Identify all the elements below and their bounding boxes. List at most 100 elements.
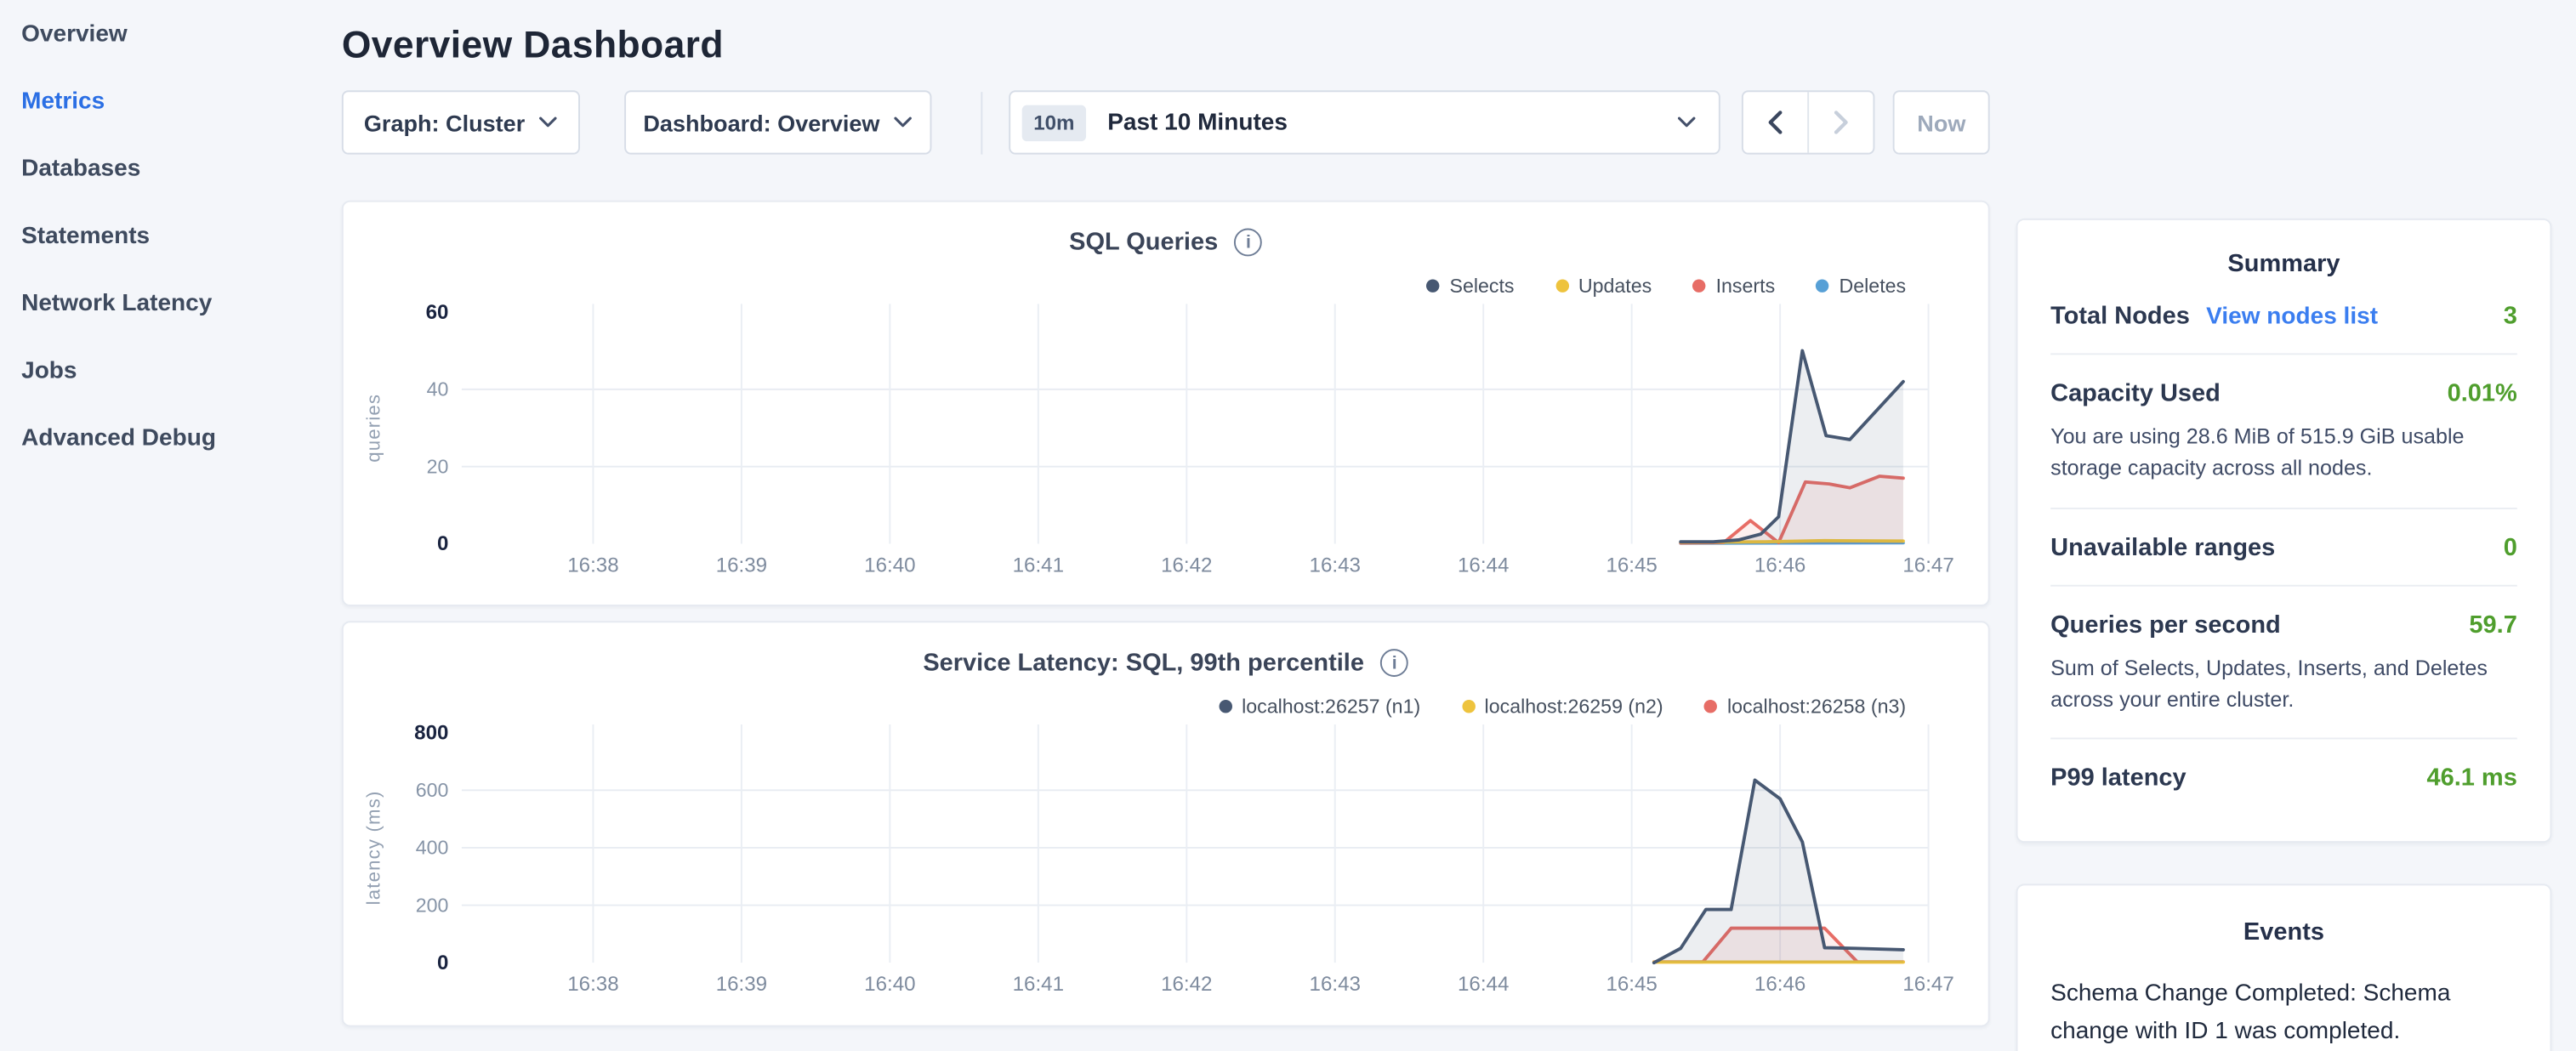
svg-text:16:39: 16:39 bbox=[716, 973, 767, 996]
legend-label: localhost:26259 (n2) bbox=[1485, 695, 1663, 718]
svg-text:16:41: 16:41 bbox=[1013, 973, 1064, 996]
dashboard-selector-label: Dashboard: Overview bbox=[643, 109, 879, 135]
time-range-dropdown[interactable]: 10m Past 10 Minutes bbox=[1009, 90, 1720, 154]
previous-timespan-button[interactable] bbox=[1743, 92, 1809, 152]
summary-value: 0.01% bbox=[2448, 379, 2517, 407]
summary-label: P99 latency bbox=[2050, 764, 2186, 793]
legend-label: Deletes bbox=[1840, 275, 1907, 298]
view-nodes-list-link[interactable]: View nodes list bbox=[2206, 304, 2378, 330]
next-timespan-button[interactable] bbox=[1810, 92, 1874, 152]
info-icon[interactable]: i bbox=[1235, 229, 1263, 257]
sidebar-item-advanced-debug[interactable]: Advanced Debug bbox=[0, 404, 322, 471]
svg-text:40: 40 bbox=[427, 378, 449, 401]
chevron-down-icon bbox=[1678, 116, 1696, 128]
time-range-label: Past 10 Minutes bbox=[1107, 109, 1678, 135]
now-button[interactable]: Now bbox=[1893, 90, 1990, 154]
event-message: Schema Change Completed: Schema change w… bbox=[2050, 976, 2517, 1050]
svg-text:16:44: 16:44 bbox=[1458, 554, 1509, 577]
legend-dot-icon bbox=[1816, 279, 1828, 292]
legend-label: Updates bbox=[1578, 275, 1652, 298]
svg-text:0: 0 bbox=[437, 952, 448, 974]
summary-row-p99-latency: P99 latency 46.1 ms bbox=[2050, 740, 2517, 815]
toolbar-divider bbox=[981, 91, 982, 153]
sidebar-item-statements[interactable]: Statements bbox=[0, 202, 322, 270]
chart-legend: Selects Updates Inserts Deletes bbox=[1426, 275, 1906, 298]
legend-dot-icon bbox=[1219, 700, 1231, 713]
summary-label: Capacity Used bbox=[2050, 379, 2221, 407]
svg-text:800: 800 bbox=[414, 721, 448, 744]
legend-dot-icon bbox=[1704, 700, 1717, 713]
svg-text:16:47: 16:47 bbox=[1902, 554, 1953, 577]
legend-label: Inserts bbox=[1716, 275, 1776, 298]
svg-text:16:43: 16:43 bbox=[1310, 554, 1361, 577]
chevron-left-icon bbox=[1768, 110, 1783, 134]
svg-text:400: 400 bbox=[416, 837, 449, 859]
app-viewport: Overview Metrics Databases Statements Ne… bbox=[0, 0, 2576, 1051]
sidebar-item-metrics[interactable]: Metrics bbox=[0, 67, 322, 134]
right-column: Summary Total Nodes View nodes list 3 Ca… bbox=[2016, 219, 2552, 1051]
chevron-right-icon bbox=[1834, 110, 1849, 134]
time-range-badge: 10m bbox=[1022, 105, 1086, 141]
svg-text:16:42: 16:42 bbox=[1161, 554, 1212, 577]
summary-description: You are using 28.6 MiB of 515.9 GiB usab… bbox=[2050, 423, 2517, 485]
info-icon[interactable]: i bbox=[1380, 649, 1408, 677]
svg-text:16:47: 16:47 bbox=[1902, 973, 1953, 996]
sql-queries-chart-card: SQL Queries i Selects Updates Inserts Delet… bbox=[342, 201, 1990, 606]
dashboard-selector-dropdown[interactable]: Dashboard: Overview bbox=[624, 90, 931, 154]
sidebar-item-overview[interactable]: Overview bbox=[0, 0, 322, 67]
sidebar-item-network-latency[interactable]: Network Latency bbox=[0, 270, 322, 337]
summary-description: Sum of Selects, Updates, Inserts, and De… bbox=[2050, 653, 2517, 715]
svg-text:16:43: 16:43 bbox=[1310, 973, 1361, 996]
legend-item: localhost:26259 (n2) bbox=[1462, 695, 1663, 718]
chevron-down-icon bbox=[895, 116, 913, 128]
sidebar-item-databases[interactable]: Databases bbox=[0, 134, 322, 202]
chart-title: Service Latency: SQL, 99th percentile bbox=[923, 649, 1364, 677]
legend-dot-icon bbox=[1426, 279, 1439, 292]
svg-text:16:46: 16:46 bbox=[1754, 554, 1805, 577]
toolbar: Graph: Cluster Dashboard: Overview 10m P… bbox=[342, 90, 1990, 154]
summary-value: 3 bbox=[2504, 302, 2517, 330]
svg-text:16:41: 16:41 bbox=[1013, 554, 1064, 577]
legend-item: Inserts bbox=[1693, 275, 1776, 298]
svg-text:16:45: 16:45 bbox=[1606, 973, 1657, 996]
svg-text:200: 200 bbox=[416, 894, 449, 916]
chevron-down-icon bbox=[540, 116, 558, 128]
legend-item: Updates bbox=[1555, 275, 1652, 298]
summary-value: 59.7 bbox=[2469, 611, 2516, 639]
legend-item: Deletes bbox=[1816, 275, 1906, 298]
summary-row-total-nodes: Total Nodes View nodes list 3 bbox=[2050, 278, 2517, 355]
summary-panel: Summary Total Nodes View nodes list 3 Ca… bbox=[2016, 219, 2552, 844]
chart-title: SQL Queries bbox=[1069, 229, 1218, 257]
events-panel: Events Schema Change Completed: Schema c… bbox=[2016, 884, 2552, 1051]
svg-text:16:38: 16:38 bbox=[567, 973, 618, 996]
svg-text:16:40: 16:40 bbox=[864, 554, 915, 577]
events-title: Events bbox=[2050, 919, 2517, 947]
sidebar: Overview Metrics Databases Statements Ne… bbox=[0, 0, 322, 471]
main-content: Overview Dashboard Graph: Cluster Dashbo… bbox=[342, 0, 1990, 1027]
svg-text:16:40: 16:40 bbox=[864, 973, 915, 996]
svg-text:16:46: 16:46 bbox=[1754, 973, 1805, 996]
svg-text:16:38: 16:38 bbox=[567, 554, 618, 577]
svg-text:queries: queries bbox=[362, 394, 384, 463]
summary-label: Queries per second bbox=[2050, 611, 2281, 639]
legend-label: localhost:26257 (n1) bbox=[1242, 695, 1420, 718]
summary-label: Unavailable ranges bbox=[2050, 533, 2275, 561]
svg-text:16:45: 16:45 bbox=[1606, 554, 1657, 577]
svg-text:60: 60 bbox=[426, 301, 449, 324]
sql-queries-chart: 16:3816:3916:4016:4116:4216:4316:4416:45… bbox=[344, 202, 1992, 608]
legend-dot-icon bbox=[1693, 279, 1706, 292]
legend-dot-icon bbox=[1555, 279, 1568, 292]
summary-row-capacity-used: Capacity Used 0.01% You are using 28.6 M… bbox=[2050, 355, 2517, 508]
svg-text:16:42: 16:42 bbox=[1161, 973, 1212, 996]
legend-item: Selects bbox=[1426, 275, 1514, 298]
summary-row-queries-per-second: Queries per second 59.7 Sum of Selects, … bbox=[2050, 586, 2517, 740]
legend-dot-icon bbox=[1462, 700, 1475, 713]
svg-text:latency (ms): latency (ms) bbox=[362, 790, 384, 905]
graph-selector-label: Graph: Cluster bbox=[364, 109, 525, 135]
legend-item: localhost:26258 (n3) bbox=[1704, 695, 1906, 718]
graph-selector-dropdown[interactable]: Graph: Cluster bbox=[342, 90, 580, 154]
time-pager bbox=[1742, 90, 1874, 154]
sidebar-item-jobs[interactable]: Jobs bbox=[0, 337, 322, 404]
chart-legend: localhost:26257 (n1) localhost:26259 (n2)… bbox=[1219, 695, 1906, 718]
svg-text:600: 600 bbox=[416, 779, 449, 801]
